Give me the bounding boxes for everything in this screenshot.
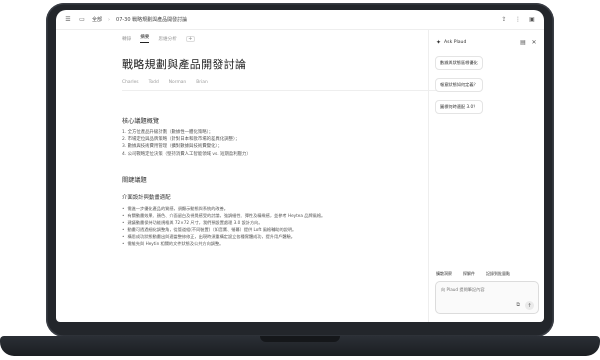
subsection-heading: 介面設計與動畫適配 [122, 195, 171, 201]
panel-toggle-icon[interactable]: ▣ [528, 16, 536, 24]
list-item: 建議動畫保持功能規格與 72×72 尺寸，我們預設置處理 3.0 設計方向。 [122, 219, 325, 226]
breadcrumb-title: 07-30 戰略規劃與產品開發討論 [116, 17, 188, 23]
participant: Brian [196, 80, 208, 85]
participant: Norman [168, 80, 187, 85]
overview-list: 1. 全方位產品升級計劃（數據性一體化策略）； 2. 市場定位與品牌策略（針對日… [122, 129, 251, 158]
suggested-questions: 數據與狀態區哪優化 報意狀態如何定義？ 圖標何時適配 3.0？ [435, 56, 483, 114]
bullet-list: 需進一步優化產品的質感，須顯示動態與系統的改善。 有關動畫效果、顏色、介面留白及… [122, 205, 325, 247]
folder-icon: ▭ [79, 16, 85, 23]
tab-summary[interactable]: 摘要 [140, 34, 150, 43]
list-item: 構思成功狀態動畫出與適當整修修正，出現時須重構定設立各種實體成功，提升用戶體驗。 [122, 233, 325, 240]
breadcrumb-root[interactable]: 全部 [92, 16, 102, 23]
list-item: 1. 全方位產品升級計劃（數據性一體化策略）； [122, 130, 214, 135]
list-item: 2. 市場定位與品牌策略（針對日本和歐市場的差異化調整）； [122, 137, 240, 143]
participant: Charles [122, 80, 139, 85]
ask-plaud-panel: ✦ Ask Plaud ▤ ✕ 數據與狀態區哪優化 報意狀態如何定義？ 圖標何時… [428, 30, 544, 322]
action-button[interactable]: 擴散洞察 [433, 269, 455, 279]
note-tabs: 轉錄 摘要 思維分析 + [122, 34, 195, 43]
panel-header: ✦ Ask Plaud ▤ ✕ [429, 30, 544, 46]
panel-title: Ask Plaud [444, 39, 467, 45]
breadcrumb-separator-icon: › [108, 16, 111, 23]
send-icon[interactable]: ↑ [525, 301, 534, 310]
ask-input[interactable] [441, 287, 533, 292]
suggested-question[interactable]: 報意狀態如何定義？ [435, 78, 483, 92]
list-item: 3. 數據與技術費用管理（擴對數據與技術費變化）； [122, 144, 222, 150]
close-icon[interactable]: ✕ [530, 38, 538, 46]
list-item: 需進一步優化產品的質感，須顯示動態與系統的改善。 [122, 205, 325, 212]
app-screen: ☰ ▭ 全部 › 07-30 戰略規劃與產品開發討論 ⇪ ⋮ ▣ 轉錄 摘要 思… [56, 10, 544, 322]
quick-actions: 擴散洞察 探解件 記錄到批量點 [433, 269, 513, 279]
key-topics-heading: 關鍵議題 [122, 177, 147, 184]
overview-heading: 核心議題概覽 [122, 118, 160, 125]
tab-mindmap[interactable]: 思維分析 [158, 36, 176, 42]
share-icon[interactable]: ⇪ [500, 16, 508, 24]
list-item: 4. 公司戰略定位決策（堅持消費人工智能領域 vs. 短期盈利壓力） [122, 151, 251, 157]
suggested-question[interactable]: 圖標何時適配 3.0？ [435, 100, 483, 114]
add-tab-icon[interactable]: + [185, 35, 195, 42]
page-title: 戰略規劃與產品開發討論 [122, 58, 247, 71]
history-icon[interactable]: ▤ [519, 38, 527, 46]
list-item: 需維先與 Heytin 相關的文件狀態及公共方向調整。 [122, 240, 325, 247]
participants: Charles Todd Norman Brian [122, 80, 422, 85]
suggested-question[interactable]: 數據與狀態區哪優化 [435, 56, 483, 70]
ask-input-box: ⧉ ↑ [435, 281, 539, 314]
participant: Todd [148, 80, 159, 85]
menu-icon[interactable]: ☰ [64, 16, 72, 24]
divider [122, 90, 462, 91]
laptop-notch [260, 336, 340, 342]
summary-document: 戰略規劃與產品開發討論 Charles Todd Norman Brian 核心… [122, 56, 462, 246]
list-item: 有關動畫效果、顏色、介面留白及視覺感受的討論，強調細性、彈性及精緻感，並參考 H… [122, 212, 325, 219]
top-bar: ☰ ▭ 全部 › 07-30 戰略規劃與產品開發討論 ⇪ ⋮ ▣ [56, 10, 544, 30]
tab-transcript[interactable]: 轉錄 [122, 36, 131, 42]
sparkle-icon: ✦ [436, 38, 442, 46]
options-icon[interactable]: ⋮ [514, 16, 522, 24]
action-button[interactable]: 記錄到批量點 [483, 269, 513, 279]
attach-icon[interactable]: ⧉ [516, 302, 520, 308]
list-item: 動畫可透過細化調整角，從管道組(不同裝置)（如音響、螢幕）提供 Loft 風格輔… [122, 226, 325, 233]
action-button[interactable]: 探解件 [460, 269, 478, 279]
